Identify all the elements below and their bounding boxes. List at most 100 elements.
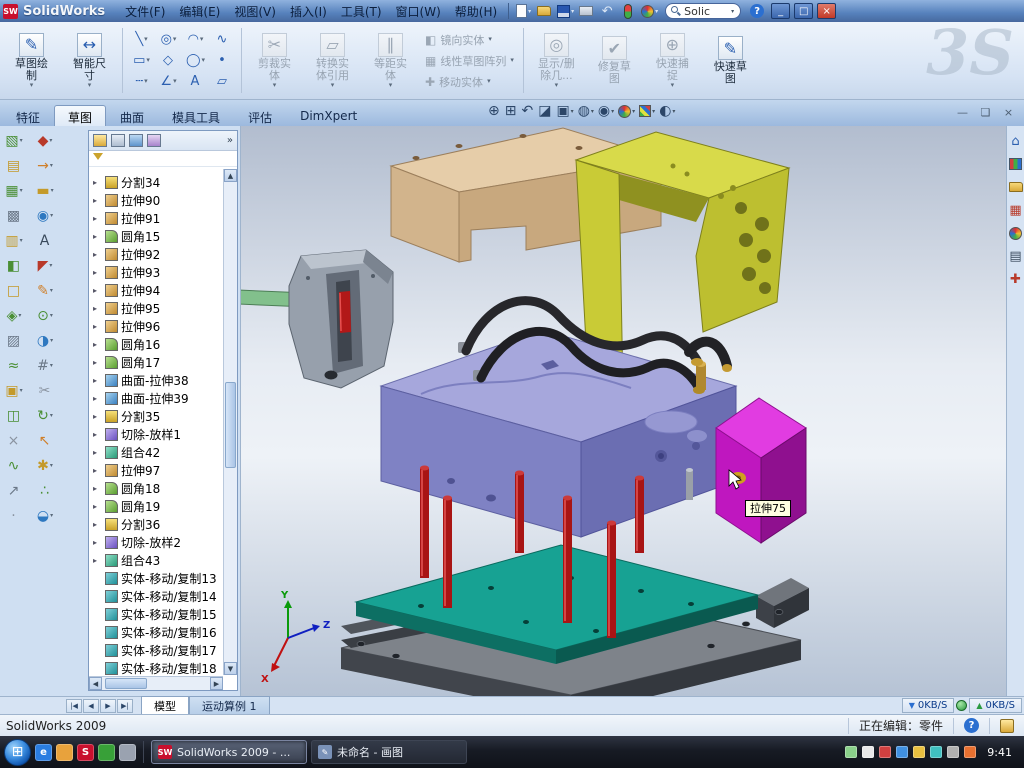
view-tool-button[interactable]: ▣ ▾ [556, 103, 573, 119]
tree-item[interactable]: ▸ 圆角17 [90, 353, 222, 371]
menu-item[interactable]: 窗口(W) [390, 1, 447, 22]
expand-arrow-icon[interactable]: ▸ [93, 484, 102, 493]
tree-item[interactable]: ▸ 曲面-拉伸39 [90, 389, 222, 407]
expand-arrow-icon[interactable]: ▸ [93, 502, 102, 511]
titlebar-tool-button[interactable]: ▾ [557, 3, 574, 20]
taskbar-window-button[interactable]: SW SolidWorks 2009 - ... [151, 740, 307, 764]
scroll-right-icon[interactable]: ▶ [210, 677, 223, 690]
view-tool-button[interactable]: ◍ ▾ [578, 103, 594, 119]
tool-button[interactable]: ▧ ▾ [1, 128, 27, 153]
expand-arrow-icon[interactable]: ▸ [93, 178, 102, 187]
expand-arrow-icon[interactable]: ▸ [93, 268, 102, 277]
tree-item[interactable]: ▸ 分割35 [90, 407, 222, 425]
task-pane-button[interactable] [1009, 157, 1023, 171]
expand-arrow-icon[interactable]: ▸ [93, 250, 102, 259]
tray-icon[interactable] [862, 746, 874, 758]
tray-icon[interactable] [913, 746, 925, 758]
tool-button[interactable]: · [1, 503, 27, 528]
search-input[interactable] [684, 5, 728, 18]
expand-arrow-icon[interactable]: ▸ [93, 538, 102, 547]
command-button[interactable]: ▦ 线性草图阵列 ▾ [421, 52, 518, 70]
expand-arrow-icon[interactable]: ▸ [93, 304, 102, 313]
tree-vertical-scrollbar[interactable]: ▲ ▼ [223, 169, 237, 675]
view-tool-button[interactable]: ⊕ [488, 103, 501, 119]
tray-icon[interactable] [879, 746, 891, 758]
document-window-button[interactable]: — [955, 106, 970, 119]
window-control-button[interactable]: _ [771, 3, 790, 19]
tree-item[interactable]: ▸ 拉伸97 [90, 461, 222, 479]
command-button[interactable]: ↔ 智能尺寸 ▾ [62, 25, 117, 96]
window-control-button[interactable]: × [817, 3, 836, 19]
task-pane-button[interactable] [1009, 180, 1023, 194]
tool-button[interactable]: ∴ [32, 478, 58, 503]
tree-item[interactable]: ▸ 圆角18 [90, 479, 222, 497]
expand-arrow-icon[interactable]: ▸ [93, 556, 102, 565]
sketch-tool-button[interactable]: ◠ ▾ [182, 29, 209, 50]
titlebar-tool-button[interactable] [620, 3, 637, 20]
tool-button[interactable]: ↻ ▾ [32, 403, 58, 428]
titlebar-tool-button[interactable] [536, 3, 553, 20]
expand-arrow-icon[interactable]: ▸ [93, 520, 102, 529]
tool-button[interactable]: ✎ ▾ [32, 278, 58, 303]
quick-launch-icon[interactable] [98, 744, 115, 761]
vcr-button[interactable]: ◀ [83, 699, 99, 713]
expand-arrow-icon[interactable]: ▸ [93, 232, 102, 241]
commandmanager-tab[interactable]: 草图 [54, 105, 106, 126]
tree-item[interactable]: ▸ 拉伸95 [90, 299, 222, 317]
sketch-tool-button[interactable]: ╲ ▾ [128, 29, 155, 50]
command-button[interactable]: ✂ 剪裁实体 ▾ [247, 25, 302, 96]
tool-button[interactable]: ↗ [1, 478, 27, 503]
expand-arrow-icon[interactable]: ▸ [93, 196, 102, 205]
search-box[interactable]: ▾ [665, 3, 741, 19]
quick-launch-icon[interactable]: e [35, 744, 52, 761]
expand-arrow-icon[interactable]: ▸ [93, 448, 102, 457]
commandmanager-tab[interactable]: 特征 [2, 105, 54, 126]
view-tool-button[interactable]: ▾ [618, 105, 635, 118]
titlebar-tool-button[interactable]: ▾ [641, 3, 658, 20]
menu-item[interactable]: 视图(V) [228, 1, 282, 22]
document-window-button[interactable]: ❏ [978, 106, 993, 119]
expand-arrow-icon[interactable]: ▸ [93, 286, 102, 295]
command-button[interactable]: ◎ 显示/删除几... ▾ [529, 25, 584, 96]
titlebar-tool-button[interactable]: ▾ [515, 3, 532, 20]
tree-item[interactable]: 实体-移动/复制18 [90, 659, 222, 675]
tool-button[interactable]: ▩ [1, 203, 27, 228]
expand-arrow-icon[interactable]: ▸ [93, 340, 102, 349]
tool-button[interactable]: ◧ [1, 253, 27, 278]
tool-button[interactable]: ◉ ▾ [32, 203, 58, 228]
command-button[interactable]: ◧ 镜向实体 ▾ [421, 31, 518, 49]
graphics-viewport[interactable]: Y X Z 拉伸75 [240, 126, 1006, 696]
tool-button[interactable]: ⊙ ▾ [32, 303, 58, 328]
expand-arrow-icon[interactable]: ▸ [93, 376, 102, 385]
quick-launch-icon[interactable]: S [77, 744, 94, 761]
status-help-icon[interactable]: ? [964, 718, 979, 733]
tree-item[interactable]: ▸ 切除-放样2 [90, 533, 222, 551]
tray-icon[interactable] [930, 746, 942, 758]
tree-item[interactable]: ▸ 组合42 [90, 443, 222, 461]
command-button[interactable]: ✔ 修复草图 [587, 25, 642, 96]
tree-item[interactable]: ▸ 分割34 [90, 173, 222, 191]
tool-button[interactable]: ▤ [1, 153, 27, 178]
scrollbar-thumb[interactable] [105, 678, 147, 689]
tool-button[interactable]: ▥ ▾ [1, 228, 27, 253]
tool-button[interactable]: A [32, 228, 58, 253]
expand-arrow-icon[interactable]: ▸ [93, 430, 102, 439]
tool-button[interactable]: ∿ [1, 453, 27, 478]
tree-horizontal-scrollbar[interactable]: ◀ ▶ [89, 676, 223, 690]
view-tool-button[interactable]: ▾ [639, 105, 655, 117]
start-button[interactable]: ⊞ [4, 739, 31, 766]
tray-icon[interactable] [845, 746, 857, 758]
tool-button[interactable]: ▣ ▾ [1, 378, 27, 403]
sketch-tool-button[interactable]: ∠ ▾ [155, 71, 182, 92]
tree-item[interactable]: ▸ 拉伸92 [90, 245, 222, 263]
titlebar-tool-button[interactable]: ↶ [599, 3, 616, 20]
overflow-chevron-icon[interactable]: » [227, 135, 233, 146]
quick-launch-icon[interactable] [56, 744, 73, 761]
sketch-tool-button[interactable]: ┄ ▾ [128, 71, 155, 92]
task-pane-button[interactable]: ✚ [1009, 272, 1023, 286]
tree-item[interactable]: ▸ 分割36 [90, 515, 222, 533]
tree-item[interactable]: ▸ 拉伸93 [90, 263, 222, 281]
tool-button[interactable]: ◒ ▾ [32, 503, 58, 528]
tool-button[interactable]: ✱ ▾ [32, 453, 58, 478]
model-tab[interactable]: 运动算例 1 [189, 696, 270, 715]
